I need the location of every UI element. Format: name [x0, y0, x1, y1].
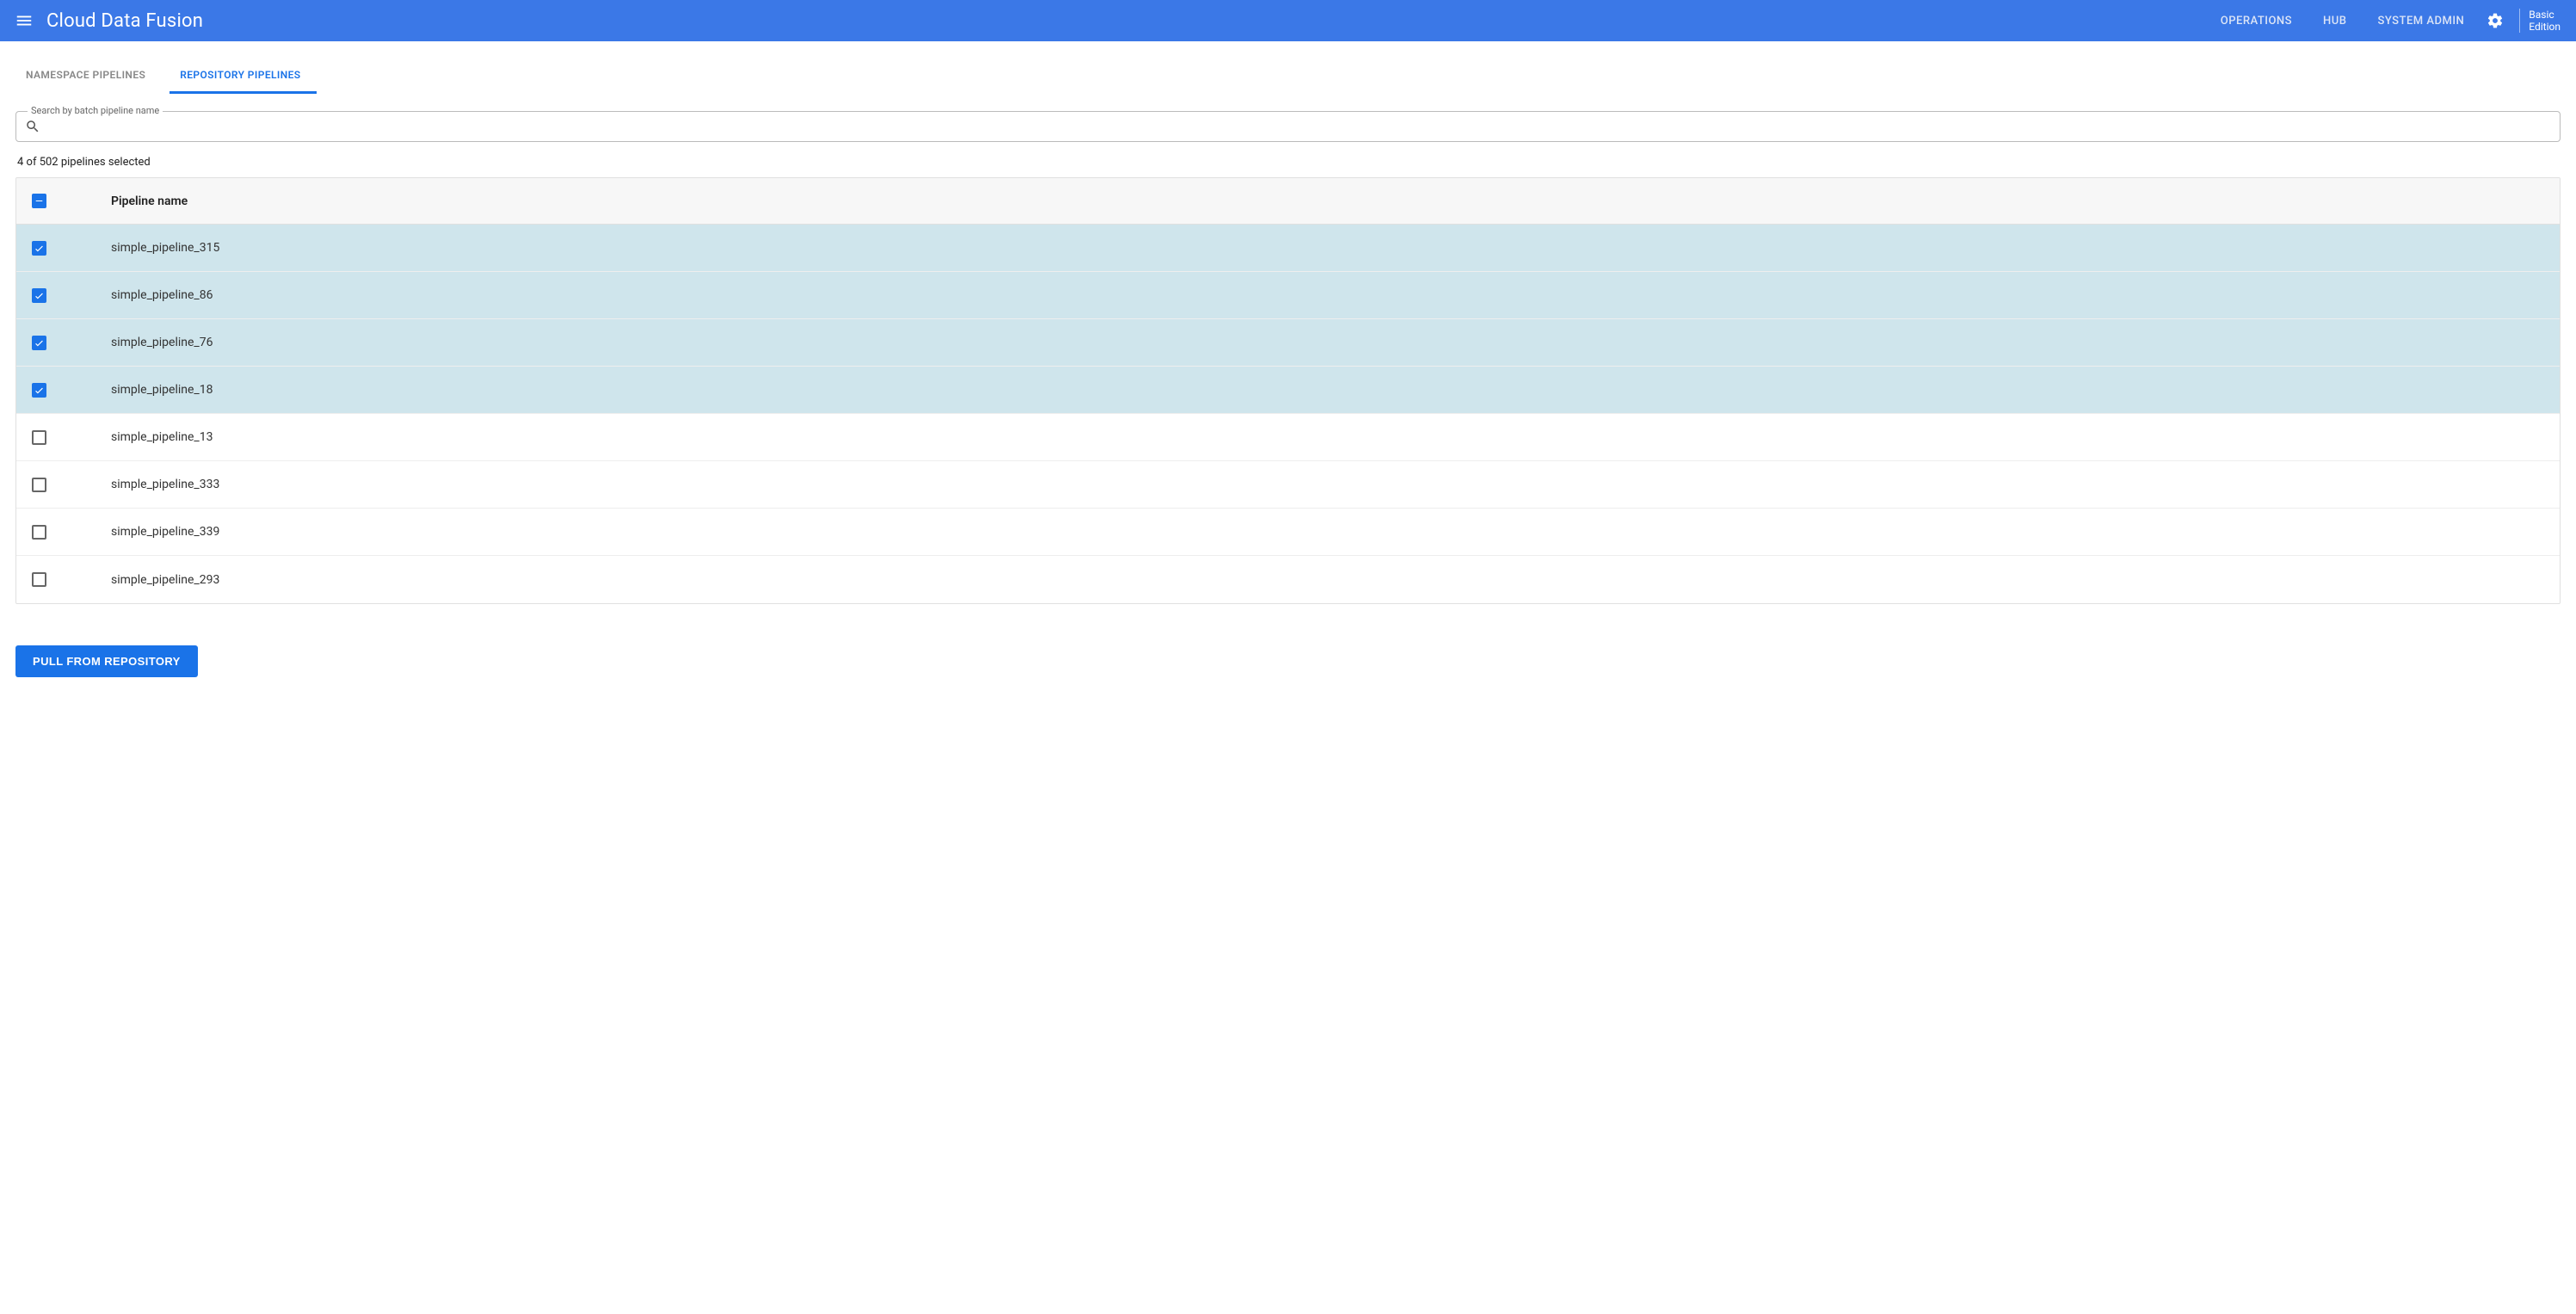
table-row[interactable]: simple_pipeline_339 [16, 509, 2560, 556]
search-wrap: Search by batch pipeline name [15, 111, 2561, 142]
nav-system-admin[interactable]: SYSTEM ADMIN [2362, 15, 2480, 28]
pipeline-name-cell: simple_pipeline_86 [111, 288, 2560, 302]
pipeline-name-cell: simple_pipeline_339 [111, 525, 2560, 539]
table-row[interactable]: simple_pipeline_13 [16, 414, 2560, 461]
table-row[interactable]: simple_pipeline_18 [16, 367, 2560, 414]
pipeline-name-cell: simple_pipeline_76 [111, 336, 2560, 349]
row-checkbox[interactable] [32, 383, 46, 398]
app-header: Cloud Data Fusion OPERATIONS HUB SYSTEM … [0, 0, 2576, 41]
nav-operations[interactable]: OPERATIONS [2205, 15, 2308, 28]
table-header-row: Pipeline name [16, 178, 2560, 225]
table-row[interactable]: simple_pipeline_333 [16, 461, 2560, 509]
row-checkbox[interactable] [32, 572, 46, 587]
table-row[interactable]: simple_pipeline_293 [16, 556, 2560, 603]
main-content: Search by batch pipeline name 4 of 502 p… [0, 94, 2576, 620]
action-bar: PULL FROM REPOSITORY [0, 620, 2576, 694]
row-checkbox[interactable] [32, 288, 46, 303]
settings-gear-icon[interactable] [2480, 5, 2511, 36]
tab-namespace-pipelines[interactable]: NAMESPACE PIPELINES [15, 57, 161, 94]
header-divider [2519, 9, 2520, 33]
row-checkbox[interactable] [32, 525, 46, 540]
row-checkbox[interactable] [32, 336, 46, 350]
tab-repository-pipelines[interactable]: REPOSITORY PIPELINES [169, 57, 316, 94]
app-title: Cloud Data Fusion [46, 10, 203, 32]
col-header-pipeline-name: Pipeline name [111, 194, 2560, 208]
row-checkbox[interactable] [32, 241, 46, 256]
pipeline-table: Pipeline name simple_pipeline_315 simple_… [15, 177, 2561, 604]
edition-label: Basic Edition [2529, 9, 2566, 34]
row-checkbox[interactable] [32, 478, 46, 492]
pull-from-repository-button[interactable]: PULL FROM REPOSITORY [15, 645, 198, 677]
hamburger-menu-icon[interactable] [10, 7, 38, 34]
table-row[interactable]: simple_pipeline_86 [16, 272, 2560, 319]
nav-hub[interactable]: HUB [2308, 15, 2362, 28]
row-checkbox[interactable] [32, 430, 46, 445]
pipeline-name-cell: simple_pipeline_18 [111, 383, 2560, 397]
search-input[interactable] [46, 120, 2551, 133]
search-box[interactable] [15, 111, 2561, 142]
selection-count: 4 of 502 pipelines selected [17, 156, 2561, 169]
edition-line2: Edition [2529, 21, 2561, 33]
search-icon [25, 119, 40, 134]
pipeline-tabs: NAMESPACE PIPELINES REPOSITORY PIPELINES [0, 57, 2576, 94]
pipeline-name-cell: simple_pipeline_293 [111, 573, 2560, 587]
pipeline-name-cell: simple_pipeline_333 [111, 478, 2560, 491]
table-row[interactable]: simple_pipeline_315 [16, 225, 2560, 272]
edition-line1: Basic [2529, 9, 2561, 21]
table-row[interactable]: simple_pipeline_76 [16, 319, 2560, 367]
pipeline-name-cell: simple_pipeline_13 [111, 430, 2560, 444]
select-all-checkbox[interactable] [32, 194, 46, 208]
search-label: Search by batch pipeline name [28, 105, 163, 116]
pipeline-name-cell: simple_pipeline_315 [111, 241, 2560, 255]
